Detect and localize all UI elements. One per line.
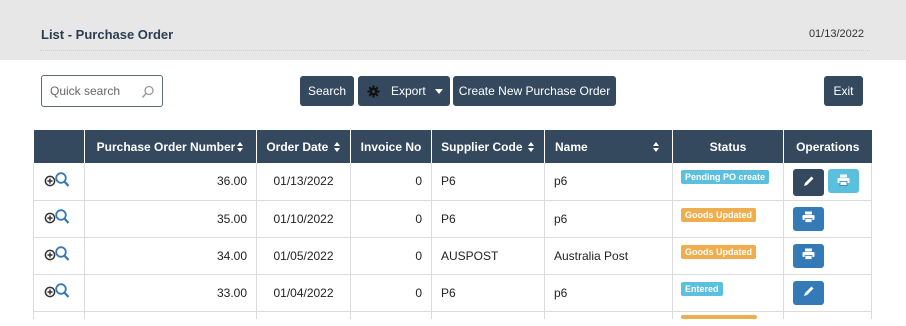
operations-cell: [783, 163, 872, 201]
expand-cell: [33, 200, 85, 238]
zoom-in-icon[interactable]: [44, 171, 70, 189]
table-header-row: Purchase Order Number Order Date Invoice…: [33, 130, 872, 163]
header-divider: [40, 50, 870, 51]
page-date: 01/13/2022: [808, 28, 864, 40]
expand-cell: [33, 163, 85, 201]
export-button[interactable]: Export: [358, 76, 450, 106]
printer-icon: [837, 174, 850, 189]
po-number-cell: 35.00: [84, 200, 257, 238]
col-header-supplier-code[interactable]: Supplier Code: [431, 130, 545, 163]
invoice-no-cell: 0: [350, 274, 432, 312]
gear-icon: [367, 84, 380, 98]
table-row: 36.00 01/13/2022 0 P6 p6 Pending PO create: [33, 163, 872, 201]
status-badge: Goods Updated: [681, 244, 756, 259]
page-title: List - Purchase Order: [41, 27, 174, 42]
supplier-code-cell: P6: [431, 200, 545, 238]
col-header-order-date[interactable]: Order Date: [256, 130, 351, 163]
operations-cell: [783, 274, 872, 312]
status-badge: Pending PO create: [681, 170, 770, 184]
operations-cell: [783, 237, 872, 275]
order-date-cell: 01/05/2022: [256, 237, 351, 275]
col-header-name[interactable]: Name: [544, 130, 673, 163]
table-row: 34.00 01/05/2022 0 AUSPOST Australia Post Goo…: [33, 237, 872, 275]
export-label: Export: [391, 84, 426, 98]
table-row: 35.00 01/10/2022 0 P6 p6 Goods Updated: [33, 200, 872, 238]
po-number-cell: 34.00: [84, 237, 257, 275]
pencil-icon: [803, 285, 815, 300]
order-date-cell: 01/13/2022: [256, 163, 351, 201]
status-badge: Goods Updated: [681, 207, 756, 222]
po-number-cell: 33.00: [84, 274, 257, 312]
invoice-no-cell: 0: [350, 163, 432, 201]
quick-search-box: [41, 75, 163, 107]
name-cell: p6: [544, 274, 673, 312]
table-row: [33, 311, 872, 319]
operations-cell: [783, 200, 872, 238]
status-badge: [681, 315, 757, 319]
edit-button[interactable]: [793, 169, 824, 196]
expand-cell: [33, 274, 85, 312]
status-cell: Goods Updated: [672, 237, 784, 275]
po-number-cell: 36.00: [84, 163, 257, 201]
edit-button[interactable]: [793, 280, 824, 305]
col-header-expand: [33, 130, 85, 163]
sort-icon[interactable]: [333, 141, 341, 152]
sort-icon[interactable]: [527, 141, 535, 152]
sort-icon[interactable]: [237, 141, 244, 152]
print-button[interactable]: [793, 206, 824, 231]
header-panel: List - Purchase Order 01/13/2022: [14, 0, 890, 60]
col-header-po-number[interactable]: Purchase Order Number: [84, 130, 257, 163]
status-cell: Pending PO create: [672, 163, 784, 201]
quick-search-input[interactable]: [50, 83, 140, 99]
pencil-icon: [803, 175, 815, 190]
invoice-no-cell: 0: [350, 200, 432, 238]
name-cell: Australia Post: [544, 237, 673, 275]
name-cell: p6: [544, 200, 673, 238]
zoom-in-icon[interactable]: [44, 282, 70, 300]
col-header-operations: Operations: [783, 130, 872, 163]
create-purchase-order-button[interactable]: Create New Purchase Order: [453, 76, 616, 106]
invoice-no-cell: 0: [350, 237, 432, 275]
status-cell: Entered: [672, 274, 784, 312]
exit-button[interactable]: Exit: [824, 76, 863, 106]
printer-icon: [802, 248, 815, 263]
print-button[interactable]: [828, 169, 859, 193]
expand-cell: [33, 237, 85, 275]
search-icon[interactable]: [141, 85, 155, 99]
col-header-invoice-no: Invoice No: [350, 130, 432, 163]
table-row: 33.00 01/04/2022 0 P6 p6 Entered: [33, 274, 872, 312]
chevron-down-icon: [434, 88, 443, 94]
status-cell: Goods Updated: [672, 200, 784, 238]
supplier-code-cell: AUSPOST: [431, 237, 545, 275]
zoom-in-icon[interactable]: [44, 208, 70, 226]
print-button[interactable]: [793, 243, 824, 268]
name-cell: p6: [544, 163, 673, 201]
search-button[interactable]: Search: [300, 76, 354, 106]
purchase-order-table: Purchase Order Number Order Date Invoice…: [33, 130, 872, 319]
supplier-code-cell: P6: [431, 163, 545, 201]
col-header-status: Status: [672, 130, 784, 163]
printer-icon: [802, 211, 815, 226]
sort-icon[interactable]: [653, 142, 660, 152]
status-badge: Entered: [681, 281, 723, 296]
supplier-code-cell: P6: [431, 274, 545, 312]
zoom-in-icon[interactable]: [44, 245, 70, 263]
order-date-cell: 01/04/2022: [256, 274, 351, 312]
order-date-cell: 01/10/2022: [256, 200, 351, 238]
